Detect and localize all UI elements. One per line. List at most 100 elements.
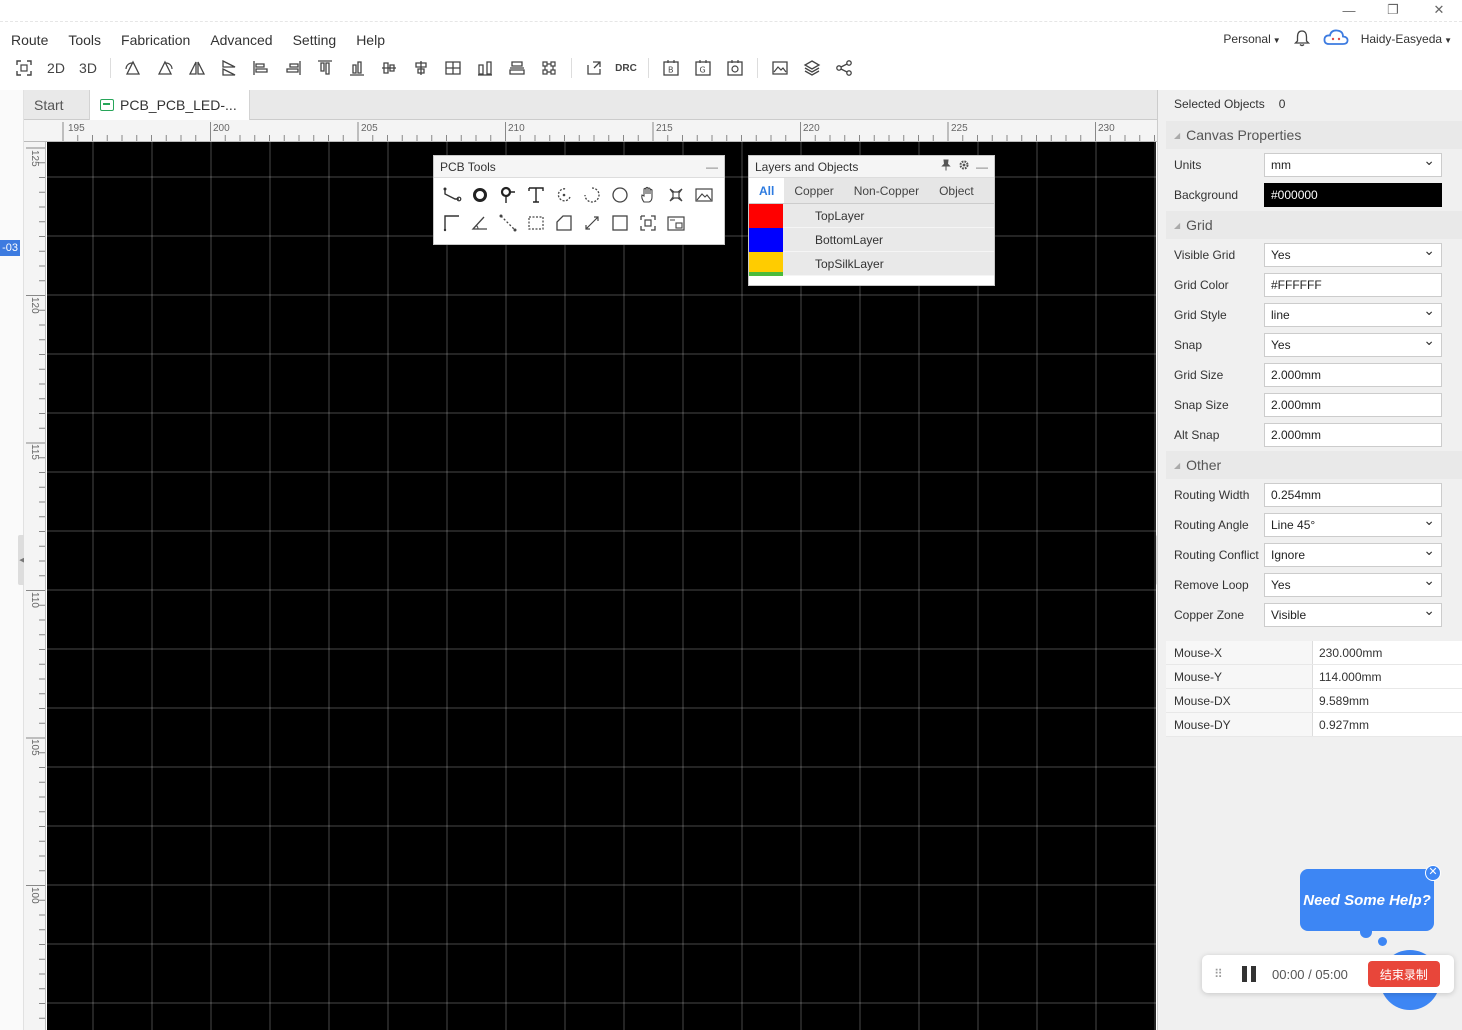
minimize-panel-button[interactable]: — [976,160,988,174]
select-area-tool-icon[interactable] [634,209,662,237]
import-changes-icon[interactable] [578,56,610,80]
layers-icon[interactable] [796,56,828,80]
text-tool-icon[interactable] [522,181,550,209]
menu-fabrication[interactable]: Fabrication [110,28,199,52]
grid-size-input[interactable]: 2.000mm [1264,363,1442,387]
flip-horizontal-icon[interactable] [181,56,213,80]
circle-tool-icon[interactable] [606,181,634,209]
help-bubble-dot [1378,937,1387,946]
remove-loop-select[interactable]: Yes [1264,572,1442,597]
restore-button[interactable]: ❐ [1370,0,1416,20]
align-horizontal-center-icon[interactable] [373,56,405,80]
units-select[interactable]: mm [1264,152,1442,177]
grid-style-select[interactable]: line [1264,302,1442,327]
dimension-tool-icon[interactable] [438,209,466,237]
align-right-icon[interactable] [277,56,309,80]
align-vertical-center-icon[interactable] [405,56,437,80]
menu-advanced[interactable]: Advanced [199,28,281,52]
cloud-sync-icon[interactable] [1323,28,1349,51]
connect-pad-tool-icon[interactable] [494,209,522,237]
align-left-icon[interactable] [245,56,277,80]
bom-icon[interactable]: B [655,56,687,80]
layer-color-swatch[interactable] [749,251,783,276]
layer-row[interactable]: BottomLayer [749,227,994,252]
tab-object[interactable]: Object [929,178,984,203]
angle-tool-icon[interactable] [466,209,494,237]
copper-zone-select[interactable]: Visible [1264,602,1442,627]
pause-icon[interactable] [1242,966,1258,982]
align-bottom-icon[interactable] [341,56,373,80]
rotate-right-icon[interactable] [149,56,181,80]
panel-header[interactable]: Layers and Objects — [749,156,994,178]
help-bubble[interactable]: Need Some Help? [1300,869,1434,931]
solid-region-tool-icon[interactable] [522,209,550,237]
canvas-origin-tool-icon[interactable] [662,209,690,237]
gerber-icon[interactable]: G [687,56,719,80]
drc-button[interactable]: DRC [610,56,642,80]
board-outline-tool-icon[interactable] [550,209,578,237]
routing-conflict-select[interactable]: Ignore [1264,542,1442,567]
tab-non-copper[interactable]: Non-Copper [844,178,929,203]
other-section[interactable]: ◢ Other [1166,451,1462,479]
svg-text:G: G [700,66,706,75]
close-window-button[interactable]: ✕ [1416,0,1462,20]
menu-setting[interactable]: Setting [282,28,346,52]
routing-width-input[interactable]: 0.254mm [1264,483,1442,507]
grid-style-row: Grid Style line [1166,300,1462,330]
routing-angle-select[interactable]: Line 45° [1264,512,1442,537]
distribute-grid-icon[interactable] [437,56,469,80]
tab-start[interactable]: Start [24,90,90,120]
arc-center-tool-icon[interactable] [550,181,578,209]
hand-tool-icon[interactable] [634,181,662,209]
background-color-input[interactable]: #000000 [1264,183,1442,207]
drag-handle-icon[interactable]: ⠿ [1214,967,1226,981]
gear-icon[interactable] [958,159,970,174]
share-icon[interactable] [828,56,860,80]
user-menu[interactable]: Haidy-Easyeda ▼ [1361,32,1452,46]
via-tool-icon[interactable] [494,181,522,209]
alt-snap-input[interactable]: 2.000mm [1264,423,1442,447]
minimize-panel-button[interactable]: — [706,160,718,174]
menu-tools[interactable]: Tools [57,28,110,52]
visible-grid-select[interactable]: Yes [1264,242,1442,267]
fit-view-icon[interactable] [8,56,40,80]
distribute-vertical-icon[interactable] [501,56,533,80]
minimize-button[interactable]: — [1326,0,1372,20]
pin-icon[interactable] [940,159,952,174]
tab-pcb-document[interactable]: PCB_PCB_LED-... [90,90,250,120]
order-pcb-icon[interactable] [719,56,751,80]
view-2d-button[interactable]: 2D [40,56,72,80]
flip-vertical-icon[interactable] [213,56,245,80]
tab-copper[interactable]: Copper [784,178,843,203]
layer-color-swatch[interactable] [749,203,783,228]
align-top-icon[interactable] [309,56,341,80]
stop-recording-button[interactable]: 结束录制 [1367,961,1440,987]
layer-color-swatch[interactable] [749,227,783,252]
arc-tool-icon[interactable] [578,181,606,209]
image-export-icon[interactable] [764,56,796,80]
bell-icon[interactable] [1293,29,1311,50]
snap-select[interactable]: Yes [1264,332,1442,357]
group-icon[interactable] [533,56,565,80]
panel-header[interactable]: PCB Tools — [434,156,724,178]
grid-color-input[interactable]: #FFFFFF [1264,273,1442,297]
layer-row[interactable]: TopSilkLayer [749,251,994,276]
pad-tool-icon[interactable] [466,181,494,209]
view-3d-button[interactable]: 3D [72,56,104,80]
tab-all[interactable]: All [749,178,785,203]
snap-size-input[interactable]: 2.000mm [1264,393,1442,417]
menu-help[interactable]: Help [345,28,394,52]
track-tool-icon[interactable] [438,181,466,209]
distribute-horizontal-icon[interactable] [469,56,501,80]
grid-section[interactable]: ◢ Grid [1166,211,1462,239]
rectangle-tool-icon[interactable] [606,209,634,237]
rotate-left-icon[interactable] [117,56,149,80]
close-help-button[interactable]: ✕ [1425,865,1441,881]
workspace-dropdown[interactable]: Personal ▼ [1223,32,1280,46]
layer-row[interactable]: TopLayer [749,203,994,228]
menu-route[interactable]: Route [0,28,57,52]
image-tool-icon[interactable] [690,181,718,209]
copper-area-tool-icon[interactable] [662,181,690,209]
measure-tool-icon[interactable] [578,209,606,237]
canvas-properties-section[interactable]: ◢ Canvas Properties [1166,121,1462,149]
